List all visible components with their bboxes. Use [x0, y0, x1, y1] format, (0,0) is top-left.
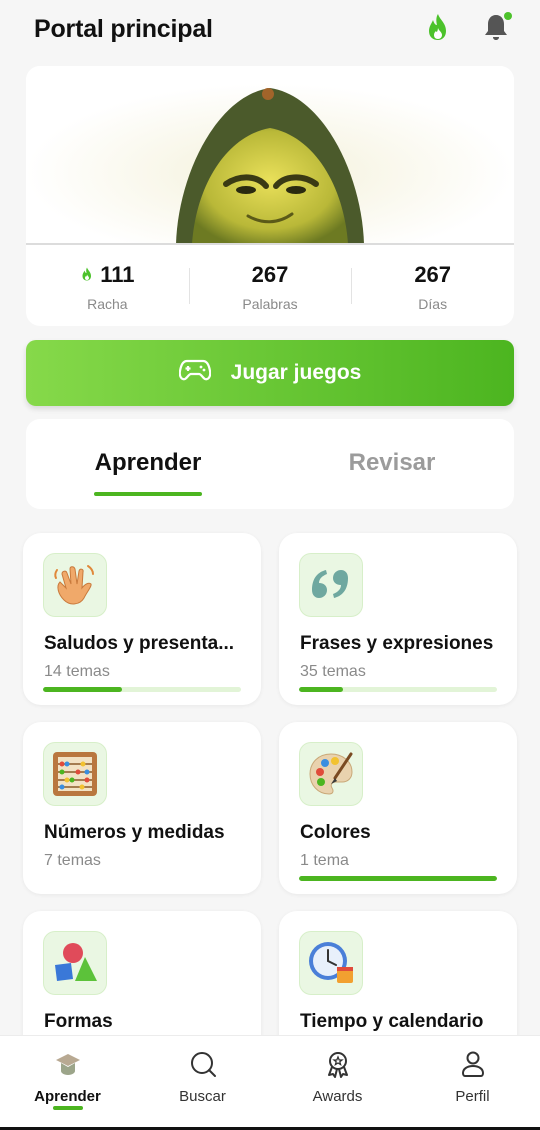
stat-value: 267 [251, 262, 289, 287]
stat-days: 267 Días [351, 246, 514, 326]
progress-fill [299, 876, 497, 881]
flame-icon [80, 262, 94, 288]
palette-icon [299, 742, 363, 806]
nav-label: Aprender [34, 1088, 101, 1105]
avocado-mascot-image [26, 66, 514, 244]
bottom-navigation: Aprender Buscar Awards Perfil [0, 1035, 540, 1130]
play-games-button[interactable]: Jugar juegos [26, 340, 514, 406]
category-title: Formas [44, 1011, 113, 1032]
category-progress-bar [299, 876, 497, 881]
quote-marks-icon [299, 553, 363, 617]
category-card-saludos[interactable]: Saludos y presenta... 14 temas [23, 533, 261, 705]
nav-item-perfil[interactable]: Perfil [405, 1036, 540, 1130]
nav-label: Awards [312, 1088, 363, 1105]
stat-label: Días [418, 296, 448, 312]
category-title: Números y medidas [44, 822, 225, 843]
notification-dot [504, 12, 512, 20]
play-games-label: Jugar juegos [230, 361, 362, 384]
stat-value: 111 [100, 262, 135, 287]
tab-active-indicator [94, 492, 202, 496]
notification-bell-icon[interactable] [482, 12, 512, 44]
nav-label: Perfil [455, 1088, 490, 1105]
person-icon [459, 1050, 487, 1078]
progress-fill [299, 687, 343, 692]
stat-streak: 111 Racha [26, 246, 189, 326]
category-title: Tiempo y calendario [300, 1011, 484, 1032]
category-subtitle: 14 temas [44, 663, 110, 680]
category-card-colores[interactable]: Colores 1 tema [279, 722, 517, 894]
stat-label: Racha [87, 296, 128, 312]
category-card-numeros[interactable]: Números y medidas 7 temas [23, 722, 261, 894]
category-title: Colores [300, 822, 371, 843]
profile-hero-card: 111 Racha 267 Palabras 267 Días [26, 66, 514, 326]
search-icon [189, 1050, 217, 1078]
graduation-cap-icon [54, 1050, 82, 1078]
category-progress-bar [299, 687, 497, 692]
category-title: Saludos y presenta... [44, 633, 235, 654]
category-subtitle: 1 tema [300, 852, 349, 869]
nav-item-aprender[interactable]: Aprender [0, 1036, 135, 1130]
category-subtitle: 35 temas [300, 663, 366, 680]
app-header: Portal principal [0, 0, 540, 58]
tab-revisar[interactable]: Revisar [270, 419, 514, 509]
stat-words: 267 Palabras [188, 246, 352, 326]
stats-row: 111 Racha 267 Palabras 267 Días [26, 246, 514, 326]
category-subtitle: 7 temas [44, 852, 101, 869]
nav-active-indicator [53, 1106, 83, 1110]
nav-item-buscar[interactable]: Buscar [135, 1036, 270, 1130]
abacus-icon [43, 742, 107, 806]
category-card-frases[interactable]: Frases y expresiones 35 temas [279, 533, 517, 705]
stat-label: Palabras [242, 296, 298, 312]
streak-flame-icon[interactable] [424, 12, 452, 44]
tab-label: Revisar [348, 449, 436, 476]
shapes-icon [43, 931, 107, 995]
category-title: Frases y expresiones [300, 633, 494, 654]
nav-item-awards[interactable]: Awards [270, 1036, 405, 1130]
tab-bar: Aprender Revisar [26, 419, 514, 509]
gamepad-icon [178, 358, 211, 388]
nav-label: Buscar [179, 1088, 226, 1105]
tab-aprender[interactable]: Aprender [26, 419, 270, 509]
progress-fill [43, 687, 123, 692]
stat-value: 267 [414, 262, 452, 287]
clock-calendar-icon [299, 931, 363, 995]
page-title: Portal principal [34, 14, 213, 43]
tab-label: Aprender [94, 449, 202, 476]
hero-divider [26, 243, 514, 245]
waving-hand-icon [43, 553, 107, 617]
award-icon [324, 1050, 352, 1078]
category-progress-bar [43, 687, 241, 692]
